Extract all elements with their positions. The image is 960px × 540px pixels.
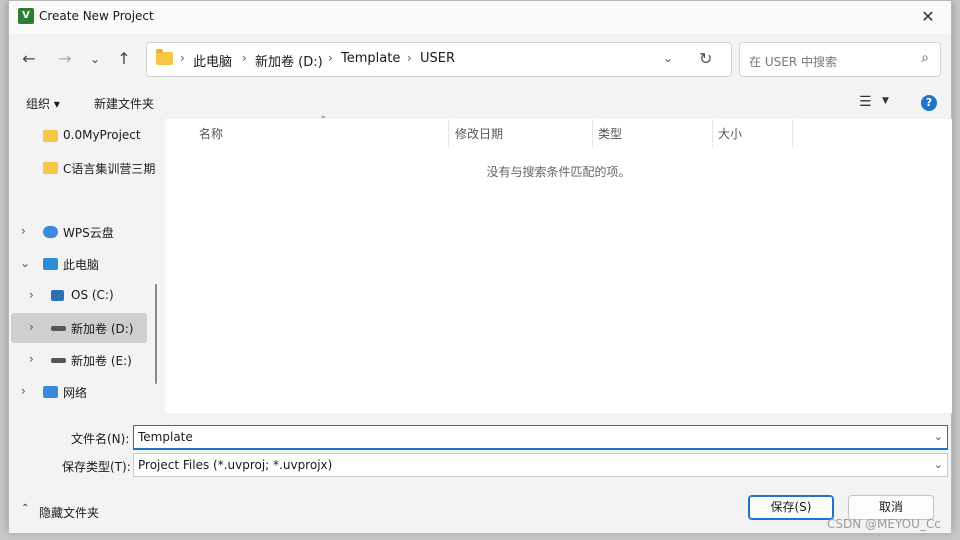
view-options-icon[interactable]: ☰: [859, 94, 872, 110]
chevron-down-icon[interactable]: ⌄: [934, 458, 943, 471]
breadcrumb-template[interactable]: Template: [341, 51, 400, 66]
filetype-label: 保存类型(T):: [62, 460, 131, 474]
empty-message: 没有与搜索条件匹配的项。: [486, 165, 631, 179]
column-header-size[interactable]: 大小: [718, 125, 742, 142]
hide-folders-label: 隐藏文件夹: [39, 506, 100, 520]
close-button[interactable]: ✕: [905, 1, 951, 33]
sidebar-item-os-c[interactable]: › OS (C:): [11, 281, 147, 311]
folder-icon: [43, 130, 58, 142]
hide-folders-toggle[interactable]: ⌃ 隐藏文件夹: [9, 499, 119, 523]
breadcrumb-separator: ›: [242, 51, 247, 65]
address-bar[interactable]: › 此电脑 › 新加卷 (D:) › Template › USER ⌄ ↻: [146, 42, 732, 77]
computer-icon: [43, 258, 58, 270]
column-header-name[interactable]: 名称: [199, 125, 223, 142]
chevron-right-icon[interactable]: ›: [29, 288, 34, 302]
chevron-right-icon[interactable]: ›: [21, 224, 26, 238]
chevron-down-icon: ⌄: [89, 52, 101, 66]
navigation-pane: 0.0MyProject C语言集训营三期 › WPS云盘 ⌄ 此电脑 › OS…: [9, 121, 157, 413]
sidebar-item-0-0myproject[interactable]: 0.0MyProject: [11, 121, 147, 151]
chevron-down-icon[interactable]: ⌄: [20, 256, 30, 270]
arrow-left-icon: ←: [22, 49, 36, 68]
chevron-up-icon: ⌃: [21, 503, 30, 514]
column-divider[interactable]: [448, 119, 449, 147]
chevron-down-icon[interactable]: ⌄: [934, 430, 943, 443]
sidebar-item-label: WPS云盘: [63, 226, 114, 240]
folder-icon: [43, 162, 58, 174]
filename-label: 文件名(N):: [71, 432, 130, 446]
sidebar-item-label: OS (C:): [71, 288, 114, 302]
filename-field[interactable]: Template ⌄: [133, 425, 948, 450]
network-icon: [43, 386, 58, 398]
sidebar-item-c-course[interactable]: C语言集训营三期: [11, 153, 155, 183]
folder-icon: [156, 49, 173, 65]
column-header-type[interactable]: 类型: [598, 125, 622, 142]
chevron-right-icon[interactable]: ›: [29, 320, 34, 334]
column-header-modified[interactable]: 修改日期: [455, 125, 503, 142]
sidebar-item-drive-e[interactable]: › 新加卷 (E:): [11, 345, 147, 375]
drive-icon: [51, 358, 66, 363]
column-divider[interactable]: [792, 119, 793, 147]
search-input[interactable]: 在 USER 中搜索: [749, 53, 837, 70]
search-box[interactable]: 在 USER 中搜索 ⌕: [739, 42, 941, 77]
breadcrumb-separator: ›: [328, 51, 333, 65]
breadcrumb-user[interactable]: USER: [420, 51, 455, 66]
chevron-right-icon[interactable]: ›: [21, 384, 26, 398]
breadcrumb-separator: ›: [180, 51, 185, 65]
app-icon: V: [18, 8, 34, 24]
up-button[interactable]: ↑: [112, 47, 136, 71]
sort-up-icon: ⌃: [319, 115, 328, 126]
new-folder-button[interactable]: 新建文件夹: [94, 95, 154, 112]
organize-menu[interactable]: 组织 ▾: [26, 95, 60, 112]
sidebar-item-label: 0.0MyProject: [63, 128, 141, 142]
recent-locations-button[interactable]: ⌄: [83, 47, 107, 71]
command-bar: 组织 ▾ 新建文件夹 ☰ ▼ ?: [9, 87, 951, 119]
arrow-right-icon: →: [58, 49, 72, 68]
breadcrumb-separator: ›: [407, 51, 412, 65]
sidebar-item-this-pc[interactable]: ⌄ 此电脑: [11, 249, 147, 279]
search-icon: ⌕: [921, 50, 929, 66]
sidebar-scrollbar[interactable]: [155, 284, 157, 384]
sidebar-item-network[interactable]: › 网络: [11, 377, 147, 407]
arrow-up-icon: ↑: [117, 49, 131, 68]
sidebar-item-label: 新加卷 (D:): [71, 322, 134, 336]
dialog-title: Create New Project: [39, 9, 154, 23]
forward-button[interactable]: →: [53, 47, 77, 71]
sidebar-item-label: C语言集训营三期: [63, 162, 156, 176]
sidebar-item-label: 此电脑: [63, 258, 100, 272]
create-project-dialog: V Create New Project ✕ ← → ⌄ ↑ › 此电脑 › 新…: [8, 0, 952, 533]
os-drive-icon: [51, 290, 64, 301]
sidebar-item-wps-cloud[interactable]: › WPS云盘: [11, 217, 147, 247]
chevron-down-icon[interactable]: ⌄: [663, 51, 673, 65]
cloud-icon: [43, 226, 58, 238]
breadcrumb-drive-d[interactable]: 新加卷 (D:): [255, 51, 323, 70]
title-bar: V Create New Project ✕: [9, 1, 951, 33]
filetype-value: Project Files (*.uvproj; *.uvprojx): [138, 458, 333, 472]
refresh-icon[interactable]: ↻: [699, 49, 712, 68]
file-list: ⌃ 名称 修改日期 类型 大小 没有与搜索条件匹配的项。: [165, 115, 952, 413]
column-divider[interactable]: [712, 119, 713, 147]
sidebar-item-label: 网络: [63, 386, 88, 400]
save-button[interactable]: 保存(S): [748, 495, 834, 520]
column-divider[interactable]: [592, 119, 593, 147]
save-form: 文件名(N): Template ⌄ 保存类型(T): Project File…: [9, 413, 951, 533]
watermark: CSDN @MEYOU_Cc: [827, 517, 941, 531]
sidebar-item-drive-d[interactable]: › 新加卷 (D:): [11, 313, 147, 343]
drive-icon: [51, 326, 66, 331]
navigation-bar: ← → ⌄ ↑ › 此电脑 › 新加卷 (D:) › Template › US…: [9, 37, 951, 81]
filetype-select[interactable]: Project Files (*.uvproj; *.uvprojx) ⌄: [133, 453, 948, 477]
sidebar-item-label: 新加卷 (E:): [71, 354, 132, 368]
filename-value[interactable]: Template: [138, 430, 193, 444]
close-icon: ✕: [921, 7, 935, 26]
chevron-right-icon[interactable]: ›: [29, 352, 34, 366]
help-icon[interactable]: ?: [921, 95, 937, 111]
back-button[interactable]: ←: [17, 47, 41, 71]
chevron-down-icon[interactable]: ▼: [882, 96, 889, 106]
breadcrumb-this-pc[interactable]: 此电脑: [193, 51, 232, 70]
